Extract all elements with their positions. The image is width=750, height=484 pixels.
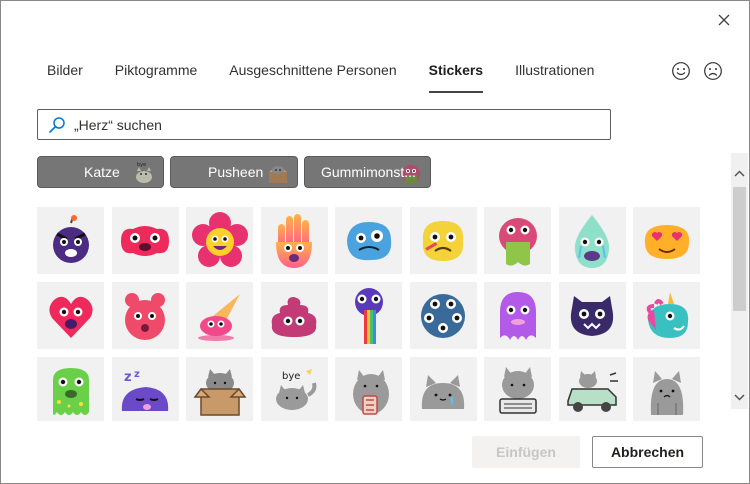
red-blob-monster-sticker (121, 225, 169, 256)
suggestion-chips: Katze bye Pusheen Gummimonst... (37, 156, 431, 188)
chip-pusheen[interactable]: Pusheen (170, 156, 298, 188)
close-icon (718, 14, 730, 26)
tab-ausgeschnittene-personen[interactable]: Ausgeschnittene Personen (219, 59, 406, 93)
gummy-bear-monster-sticker (125, 292, 165, 340)
heart-monster-sticker (48, 296, 93, 338)
sticker-tile[interactable] (558, 282, 626, 349)
sticker-tile[interactable]: zz (111, 357, 179, 421)
svg-text:z: z (124, 370, 132, 385)
sticker-tile[interactable] (111, 207, 179, 274)
box-cat-icon (269, 166, 287, 183)
sticker-tile[interactable] (484, 207, 551, 274)
pusheen-standing-sticker (650, 370, 683, 415)
sticker-tile[interactable] (633, 282, 700, 349)
scroll-down-button[interactable] (731, 389, 748, 406)
pusheen-sad-sticker (421, 374, 465, 409)
sticker-tile[interactable] (558, 357, 626, 421)
purple-ghost-monster-sticker (499, 291, 536, 340)
sticker-tile[interactable] (37, 282, 104, 349)
sticker-tile[interactable] (335, 282, 402, 349)
heart-eyes-monster-sticker (644, 224, 689, 259)
chip-label: Katze (84, 164, 120, 180)
rainbow-tongue-monster-sticker (354, 287, 383, 344)
sticker-tile[interactable] (186, 357, 253, 421)
flower-monster-sticker (191, 211, 248, 267)
sticker-tile[interactable] (186, 282, 253, 349)
sticker-tile[interactable] (558, 207, 626, 274)
sleeping-purple-monster-sticker: zz (121, 369, 169, 411)
sticker-dialog: Bilder Piktogramme Ausgeschnittene Perso… (0, 0, 750, 484)
svg-text:bye: bye (282, 371, 300, 382)
bomb-monster-sticker (52, 214, 89, 263)
tab-stickers[interactable]: Stickers (419, 59, 493, 93)
sticker-scroll-area: zz bye (1, 199, 733, 421)
sticker-tile[interactable] (111, 282, 179, 349)
unicorn-monster-sticker (646, 291, 688, 338)
bye-cat-icon: bye (136, 162, 152, 183)
svg-text:bye: bye (137, 162, 146, 168)
tab-bilder[interactable]: Bilder (37, 59, 93, 93)
poop-monster-sticker (271, 296, 317, 337)
chip-katze[interactable]: Katze bye (37, 156, 164, 188)
chip-label: Pusheen (208, 164, 264, 180)
scroll-up-button[interactable] (731, 165, 748, 182)
sticker-tile[interactable] (633, 207, 700, 274)
hand-monster-sticker (276, 213, 312, 268)
cat-monster-sticker (570, 295, 614, 336)
sticker-tile[interactable] (409, 207, 477, 274)
search-icon (49, 116, 65, 133)
sticker-tile[interactable] (484, 357, 551, 421)
chevron-up-icon (734, 170, 745, 177)
sticker-grid: zz bye (37, 207, 700, 421)
cancel-button[interactable]: Abbrechen (592, 436, 703, 468)
tab-piktogramme[interactable]: Piktogramme (105, 59, 207, 93)
sticker-tile[interactable] (186, 207, 253, 274)
chip-label: Gummimonst... (321, 164, 416, 180)
scroll-thumb[interactable] (733, 187, 746, 311)
sick-monster-sticker (422, 220, 464, 261)
frown-icon[interactable] (703, 61, 723, 81)
pusheen-cup-sticker (352, 369, 389, 415)
pusheen-bye-sticker: bye (276, 368, 317, 410)
sticker-tile[interactable] (409, 357, 477, 421)
insert-button[interactable]: Einfügen (472, 436, 580, 468)
ice-cream-monster-sticker (197, 293, 240, 341)
sticker-tile[interactable] (484, 282, 551, 349)
sticker-tile[interactable] (260, 207, 328, 274)
sticker-tile[interactable] (335, 357, 402, 421)
sticker-tile[interactable] (409, 282, 477, 349)
spiky-green-monster-sticker (52, 367, 89, 415)
svg-text:z: z (134, 369, 140, 380)
vertical-scrollbar[interactable] (731, 153, 748, 409)
pusheen-car-sticker (567, 370, 618, 412)
search-box (37, 109, 611, 140)
tab-illustrationen[interactable]: Illustrationen (505, 59, 604, 93)
sticker-tile[interactable] (37, 357, 104, 421)
chevron-down-icon (734, 394, 745, 401)
drooling-monster-sticker (498, 217, 537, 266)
search-input[interactable] (74, 116, 574, 133)
smile-icon[interactable] (671, 61, 691, 81)
pusheen-typing-sticker (498, 366, 537, 414)
sticker-tile[interactable] (37, 207, 104, 274)
feedback-group (671, 61, 723, 81)
close-button[interactable] (713, 9, 735, 31)
five-eyed-monster-sticker (421, 293, 465, 338)
sticker-tile[interactable]: bye (260, 357, 328, 421)
sticker-tile[interactable] (335, 207, 402, 274)
sticker-tile[interactable] (260, 282, 328, 349)
pusheen-box-sticker (193, 368, 246, 416)
blue-blob-monster-sticker (346, 221, 391, 260)
chip-gummimonster[interactable]: Gummimonst... (304, 156, 431, 188)
tab-bar: Bilder Piktogramme Ausgeschnittene Perso… (37, 59, 616, 93)
crying-monster-sticker (574, 214, 610, 268)
sticker-tile[interactable] (633, 357, 700, 421)
